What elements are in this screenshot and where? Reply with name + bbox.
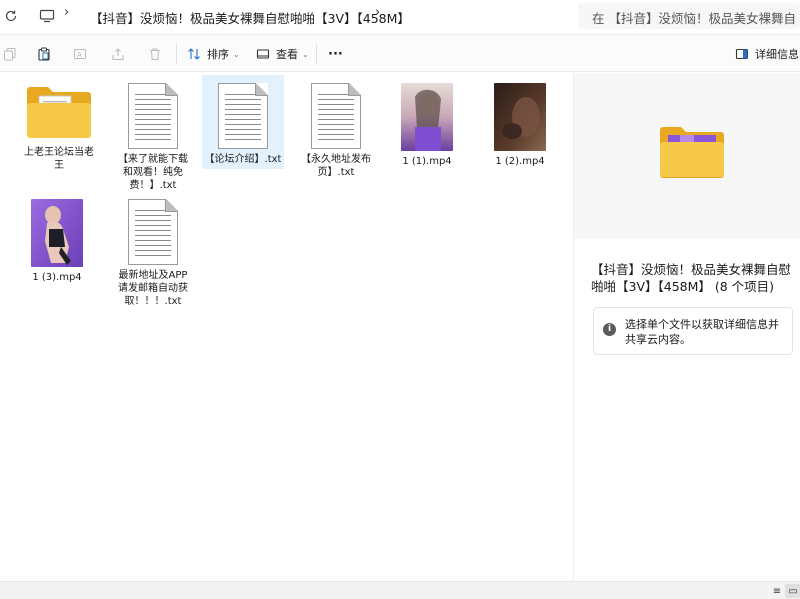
folder-preview-icon bbox=[660, 127, 724, 178]
svg-text:A: A bbox=[77, 51, 82, 59]
file-item-selected[interactable]: 【论坛介绍】.txt bbox=[202, 75, 284, 169]
file-item[interactable]: 最新地址及APP请发邮箱自动获取！！！.txt bbox=[112, 195, 194, 313]
file-name: 【论坛介绍】.txt bbox=[204, 154, 282, 165]
file-name: 1 (3).mp4 bbox=[32, 272, 82, 283]
file-name: 【来了就能下载和观看！纯免费！】.txt bbox=[118, 154, 188, 191]
details-pane: 【抖音】没烦恼！极品美女裸舞自慰啪啪【3V】【458M】 (8 个项目) i 选… bbox=[574, 73, 800, 581]
breadcrumb-chevron-icon[interactable]: › bbox=[64, 5, 69, 20]
video-thumbnail bbox=[494, 83, 546, 151]
file-name: 1 (2).mp4 bbox=[495, 156, 545, 167]
list-view-icon[interactable]: ≡ bbox=[769, 584, 785, 598]
text-file-icon bbox=[128, 83, 178, 149]
text-file-icon bbox=[128, 199, 178, 265]
details-info-text: 选择单个文件以获取详细信息并共享云内容。 bbox=[625, 318, 779, 346]
status-bar: ≡ ▭ bbox=[0, 581, 800, 599]
video-thumbnail bbox=[31, 199, 83, 267]
rename-icon[interactable]: A bbox=[73, 44, 87, 64]
file-list: 上老王论坛当老王 【来了就能下载和观看！纯免费！】.txt 【论坛介绍】.txt… bbox=[0, 73, 573, 581]
details-info-box: i 选择单个文件以获取详细信息并共享云内容。 bbox=[593, 307, 793, 355]
delete-icon[interactable] bbox=[148, 44, 162, 64]
address-bar: › 【抖音】没烦恼！极品美女裸舞自慰啪啪【3V】【458M】 › 在 【抖音】没… bbox=[0, 0, 800, 33]
search-input[interactable]: 在 【抖音】没烦恼！极品美女裸舞自 bbox=[578, 3, 800, 29]
view-label: 查看 bbox=[276, 48, 298, 61]
breadcrumb[interactable]: 【抖音】没烦恼！极品美女裸舞自慰啪啪【3V】【458M】 bbox=[90, 8, 410, 27]
chevron-down-icon: ⌄ bbox=[233, 49, 240, 59]
copy-icon[interactable] bbox=[3, 44, 17, 64]
refresh-icon[interactable] bbox=[0, 5, 22, 27]
file-item[interactable]: 1 (1).mp4 bbox=[386, 79, 468, 169]
chevron-down-icon: ⌄ bbox=[302, 49, 309, 59]
sort-button[interactable]: 排序 ⌄ bbox=[187, 44, 240, 64]
paste-icon[interactable] bbox=[37, 44, 51, 64]
folder-item[interactable]: 上老王论坛当老王 bbox=[18, 79, 100, 179]
text-file-icon bbox=[311, 83, 361, 149]
file-item[interactable]: 【来了就能下载和观看！纯免费！】.txt bbox=[112, 79, 194, 193]
more-options-button[interactable]: ··· bbox=[328, 44, 343, 64]
details-title: 【抖音】没烦恼！极品美女裸舞自慰啪啪【3V】【458M】 (8 个项目) bbox=[591, 262, 792, 294]
file-item[interactable]: 【永久地址发布页】.txt bbox=[295, 79, 377, 179]
details-label: 详细信息 bbox=[755, 48, 799, 61]
sort-icon bbox=[188, 48, 200, 60]
share-icon[interactable] bbox=[111, 44, 125, 64]
view-button[interactable]: 查看 ⌄ bbox=[256, 44, 309, 64]
file-item[interactable]: 1 (2).mp4 bbox=[479, 79, 561, 169]
breadcrumb-chevron-icon[interactable]: › bbox=[375, 5, 380, 20]
video-thumbnail bbox=[401, 83, 453, 151]
file-name: 最新地址及APP请发邮箱自动获取！！！.txt bbox=[118, 270, 188, 307]
this-pc-icon[interactable] bbox=[36, 5, 58, 27]
tiles-view-icon[interactable]: ▭ bbox=[785, 584, 800, 598]
file-name: 1 (1).mp4 bbox=[402, 156, 452, 167]
sort-label: 排序 bbox=[207, 48, 229, 61]
details-pane-button[interactable]: 详细信息 bbox=[735, 44, 799, 64]
file-name: 上老王论坛当老王 bbox=[24, 147, 94, 171]
folder-preview bbox=[574, 73, 800, 239]
folder-icon bbox=[27, 87, 91, 138]
file-item[interactable]: 1 (3).mp4 bbox=[16, 195, 98, 285]
command-bar: A 排序 ⌄ 查看 ⌄ ··· 详细信息 bbox=[0, 34, 800, 72]
view-icon bbox=[256, 49, 270, 59]
text-file-icon bbox=[218, 83, 268, 149]
file-name: 【永久地址发布页】.txt bbox=[301, 154, 371, 178]
info-icon: i bbox=[603, 323, 616, 336]
details-pane-icon bbox=[735, 48, 749, 60]
